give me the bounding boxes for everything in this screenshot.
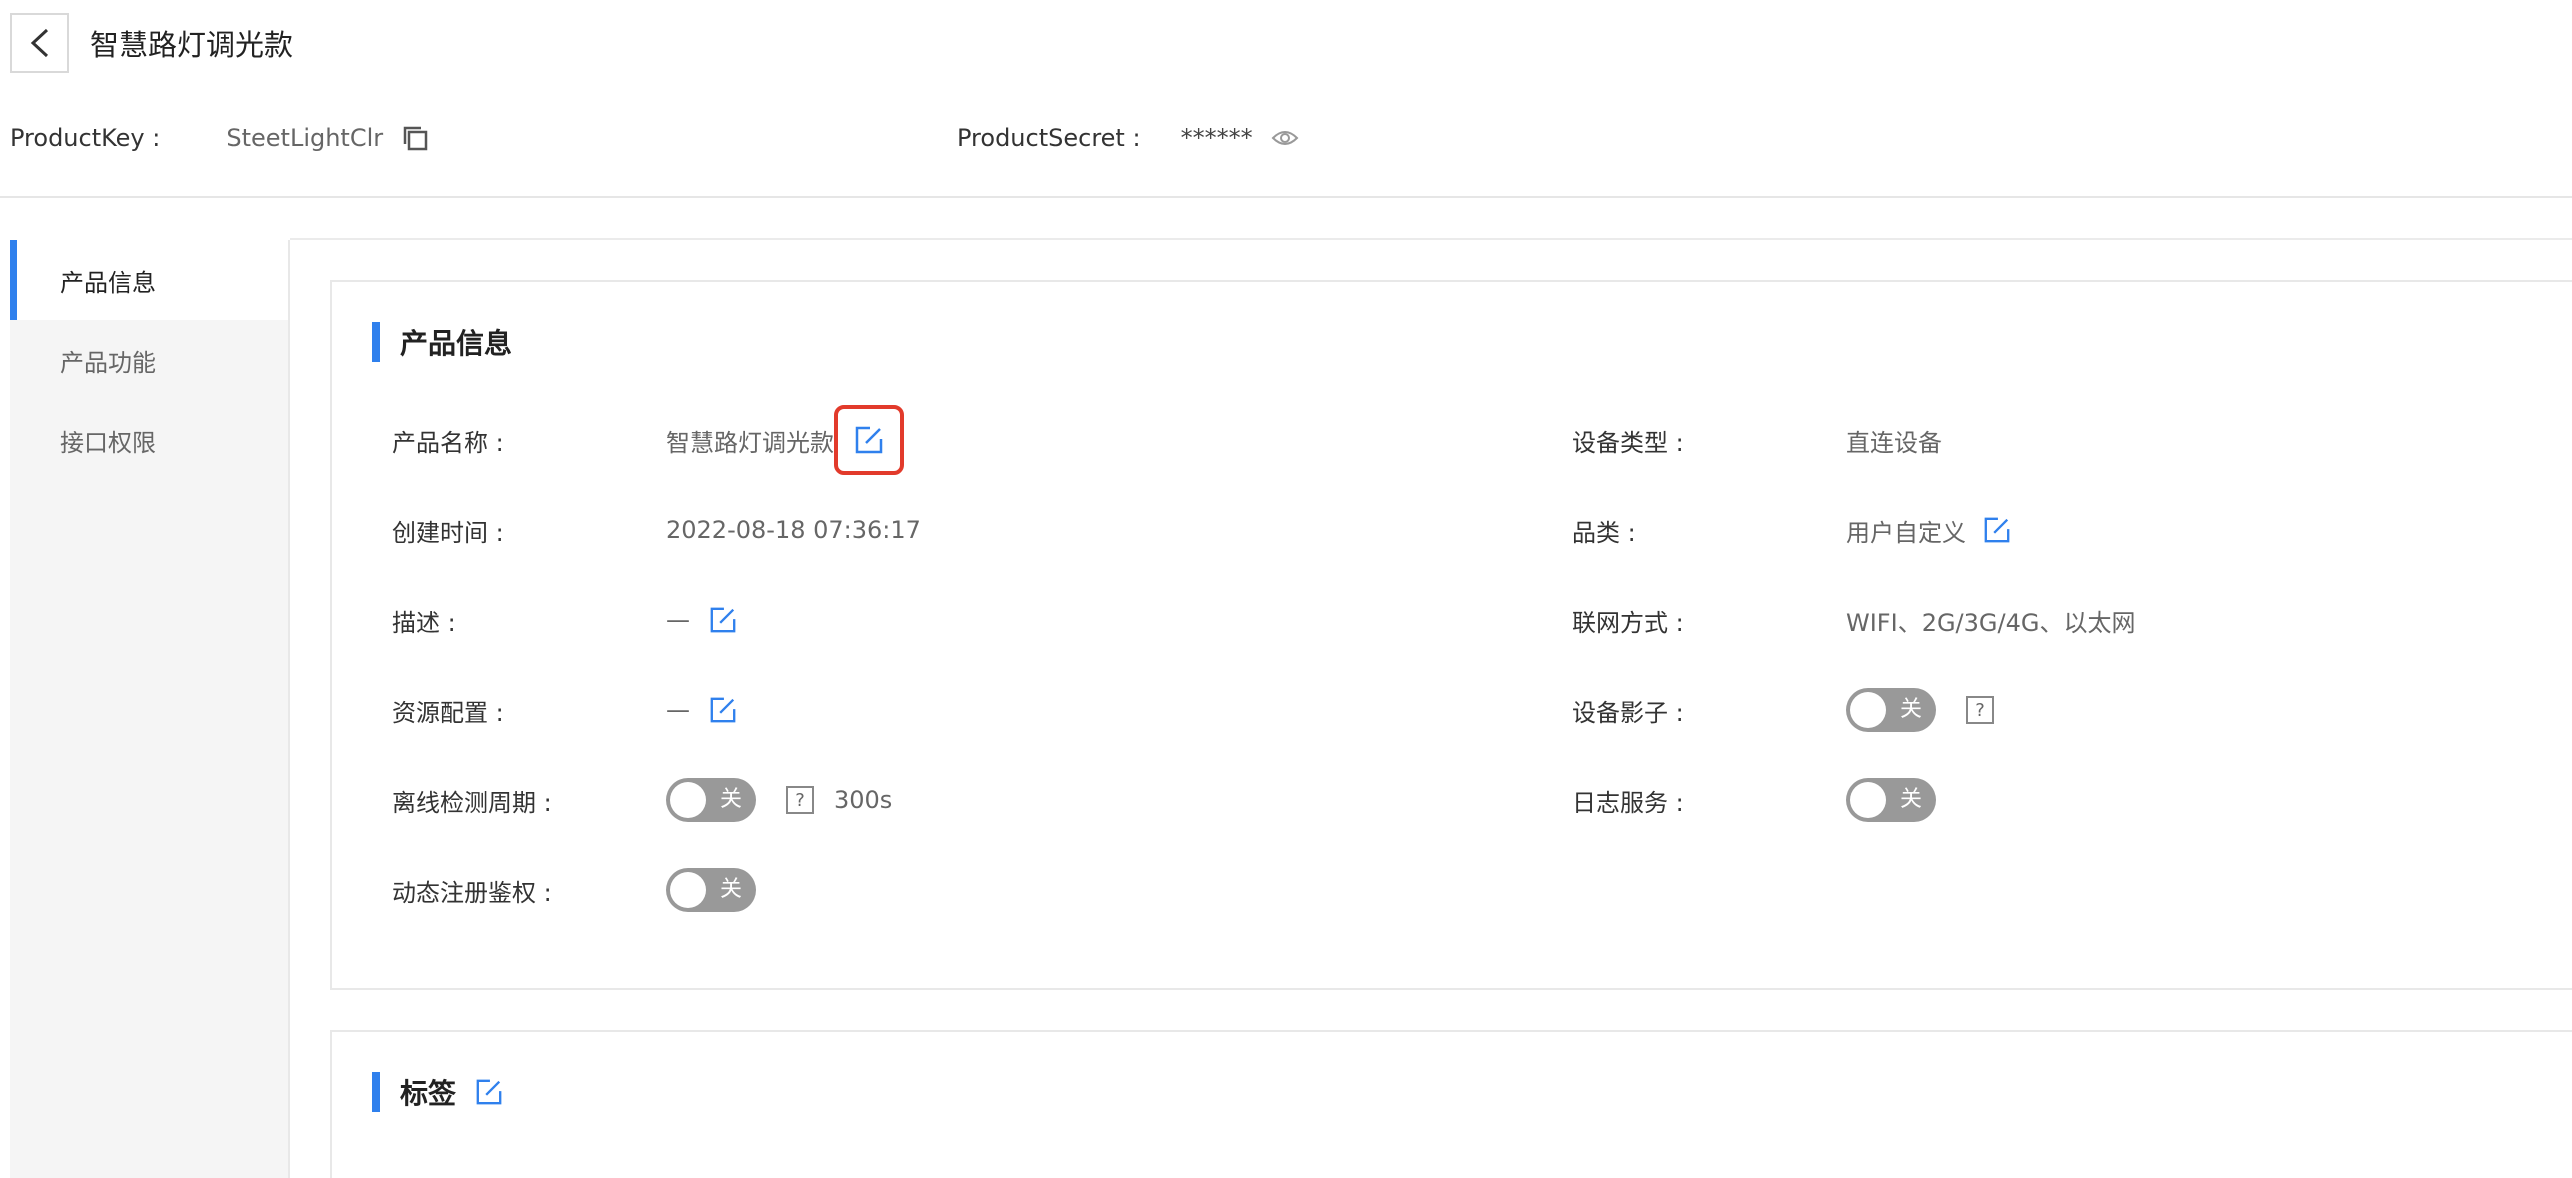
network-value: WIFI、2G/3G/4G、以太网 bbox=[1846, 608, 2136, 637]
sidebar-item-api-permission[interactable]: 接口权限 bbox=[10, 400, 288, 480]
edit-category-icon[interactable] bbox=[1982, 515, 2012, 545]
product-info-header: 产品信息 bbox=[372, 322, 512, 362]
network-value-row: WIFI、2G/3G/4G、以太网 bbox=[1846, 600, 2135, 640]
edit-product-name-button[interactable] bbox=[834, 405, 904, 475]
product-name-row: 产品名称 : bbox=[392, 420, 504, 460]
description-value-row: — bbox=[666, 600, 738, 640]
resource-config-row: 资源配置 : bbox=[392, 690, 504, 730]
description-row: 描述 : bbox=[392, 600, 456, 640]
product-key-value: SteetLightClr bbox=[226, 124, 384, 152]
toggle-knob bbox=[670, 782, 706, 818]
sidebar: 产品信息 产品功能 接口权限 bbox=[10, 240, 290, 1178]
created-time-row: 创建时间 : bbox=[392, 510, 504, 550]
resource-config-value: — bbox=[666, 696, 690, 724]
log-service-value-row: 关 bbox=[1846, 778, 1936, 822]
copy-icon[interactable] bbox=[401, 124, 429, 152]
device-shadow-value-row: 关 ? bbox=[1846, 688, 1994, 732]
toggle-text: 关 bbox=[1899, 787, 1922, 812]
device-type-value: 直连设备 bbox=[1846, 428, 1942, 457]
category-row: 品类 : bbox=[1572, 510, 1636, 550]
device-shadow-label: 设备影子 : bbox=[1572, 698, 1684, 727]
log-service-row: 日志服务 : bbox=[1572, 780, 1684, 820]
device-shadow-toggle[interactable]: 关 bbox=[1846, 688, 1936, 732]
product-secret-label: ProductSecret : bbox=[957, 124, 1141, 152]
edit-description-icon[interactable] bbox=[708, 605, 738, 635]
chevron-left-icon bbox=[30, 28, 48, 58]
sidebar-item-product-function[interactable]: 产品功能 bbox=[10, 320, 288, 400]
resource-config-label: 资源配置 : bbox=[392, 698, 504, 727]
category-value-row: 用户自定义 bbox=[1846, 510, 2012, 550]
eye-icon[interactable] bbox=[1271, 128, 1299, 148]
help-icon[interactable]: ? bbox=[1966, 696, 1994, 724]
tags-header: 标签 bbox=[372, 1072, 504, 1112]
product-info-card: 产品信息 产品名称 : 智慧路灯调光款 创建时间 : 2022-08-18 07… bbox=[330, 280, 2572, 990]
edit-icon bbox=[855, 426, 883, 454]
section-accent-bar bbox=[372, 322, 380, 362]
product-secret-row: ProductSecret : ****** bbox=[957, 118, 1299, 158]
sidebar-item-label: 接口权限 bbox=[60, 428, 156, 457]
edit-tags-icon[interactable] bbox=[474, 1077, 504, 1107]
toggle-knob bbox=[1850, 692, 1886, 728]
category-label: 品类 : bbox=[1572, 518, 1636, 547]
tags-card: 标签 bbox=[330, 1030, 2572, 1178]
offline-detect-toggle[interactable]: 关 bbox=[666, 778, 756, 822]
offline-detect-value: 300s bbox=[834, 786, 893, 814]
network-row: 联网方式 : bbox=[1572, 600, 1684, 640]
device-type-row: 设备类型 : bbox=[1572, 420, 1684, 460]
toggle-knob bbox=[670, 872, 706, 908]
header-divider bbox=[0, 196, 2572, 198]
log-service-toggle[interactable]: 关 bbox=[1846, 778, 1936, 822]
offline-detect-row: 离线检测周期 : bbox=[392, 780, 552, 820]
resource-config-value-row: — bbox=[666, 690, 738, 730]
device-shadow-row: 设备影子 : bbox=[1572, 690, 1684, 730]
product-key-row: ProductKey : SteetLightClr bbox=[10, 118, 429, 158]
page-title: 智慧路灯调光款 bbox=[90, 28, 294, 62]
product-name-value-row: 智慧路灯调光款 bbox=[666, 420, 834, 460]
dynamic-register-toggle[interactable]: 关 bbox=[666, 868, 756, 912]
sidebar-item-label: 产品信息 bbox=[60, 268, 156, 297]
content-divider bbox=[290, 238, 2572, 240]
toggle-text: 关 bbox=[719, 787, 742, 812]
section-title: 产品信息 bbox=[400, 327, 513, 360]
description-value: — bbox=[666, 606, 690, 634]
edit-resource-config-icon[interactable] bbox=[708, 695, 738, 725]
product-key-label: ProductKey : bbox=[10, 124, 161, 152]
back-button[interactable] bbox=[10, 13, 69, 73]
toggle-text: 关 bbox=[719, 877, 742, 902]
description-label: 描述 : bbox=[392, 608, 456, 637]
sidebar-item-label: 产品功能 bbox=[60, 348, 156, 377]
dynamic-register-value-row: 关 bbox=[666, 868, 756, 912]
created-time-value-row: 2022-08-18 07:36:17 bbox=[666, 510, 921, 550]
dynamic-register-row: 动态注册鉴权 : bbox=[392, 870, 552, 910]
category-value: 用户自定义 bbox=[1846, 518, 1966, 547]
sidebar-item-product-info[interactable]: 产品信息 bbox=[10, 240, 288, 320]
product-name-value: 智慧路灯调光款 bbox=[666, 428, 834, 457]
device-type-value-row: 直连设备 bbox=[1846, 420, 1942, 460]
network-label: 联网方式 : bbox=[1572, 608, 1684, 637]
toggle-knob bbox=[1850, 782, 1886, 818]
device-type-label: 设备类型 : bbox=[1572, 428, 1684, 457]
help-icon[interactable]: ? bbox=[786, 786, 814, 814]
log-service-label: 日志服务 : bbox=[1572, 788, 1684, 817]
dynamic-register-label: 动态注册鉴权 : bbox=[392, 878, 552, 907]
toggle-text: 关 bbox=[1899, 697, 1922, 722]
product-secret-value: ****** bbox=[1180, 124, 1253, 152]
offline-detect-label: 离线检测周期 : bbox=[392, 788, 552, 817]
offline-detect-value-row: 关 ? 300s bbox=[666, 778, 893, 822]
created-time-label: 创建时间 : bbox=[392, 518, 504, 547]
section-accent-bar bbox=[372, 1072, 380, 1112]
section-title: 标签 bbox=[400, 1077, 457, 1110]
created-time-value: 2022-08-18 07:36:17 bbox=[666, 516, 921, 544]
product-name-label: 产品名称 : bbox=[392, 428, 504, 457]
